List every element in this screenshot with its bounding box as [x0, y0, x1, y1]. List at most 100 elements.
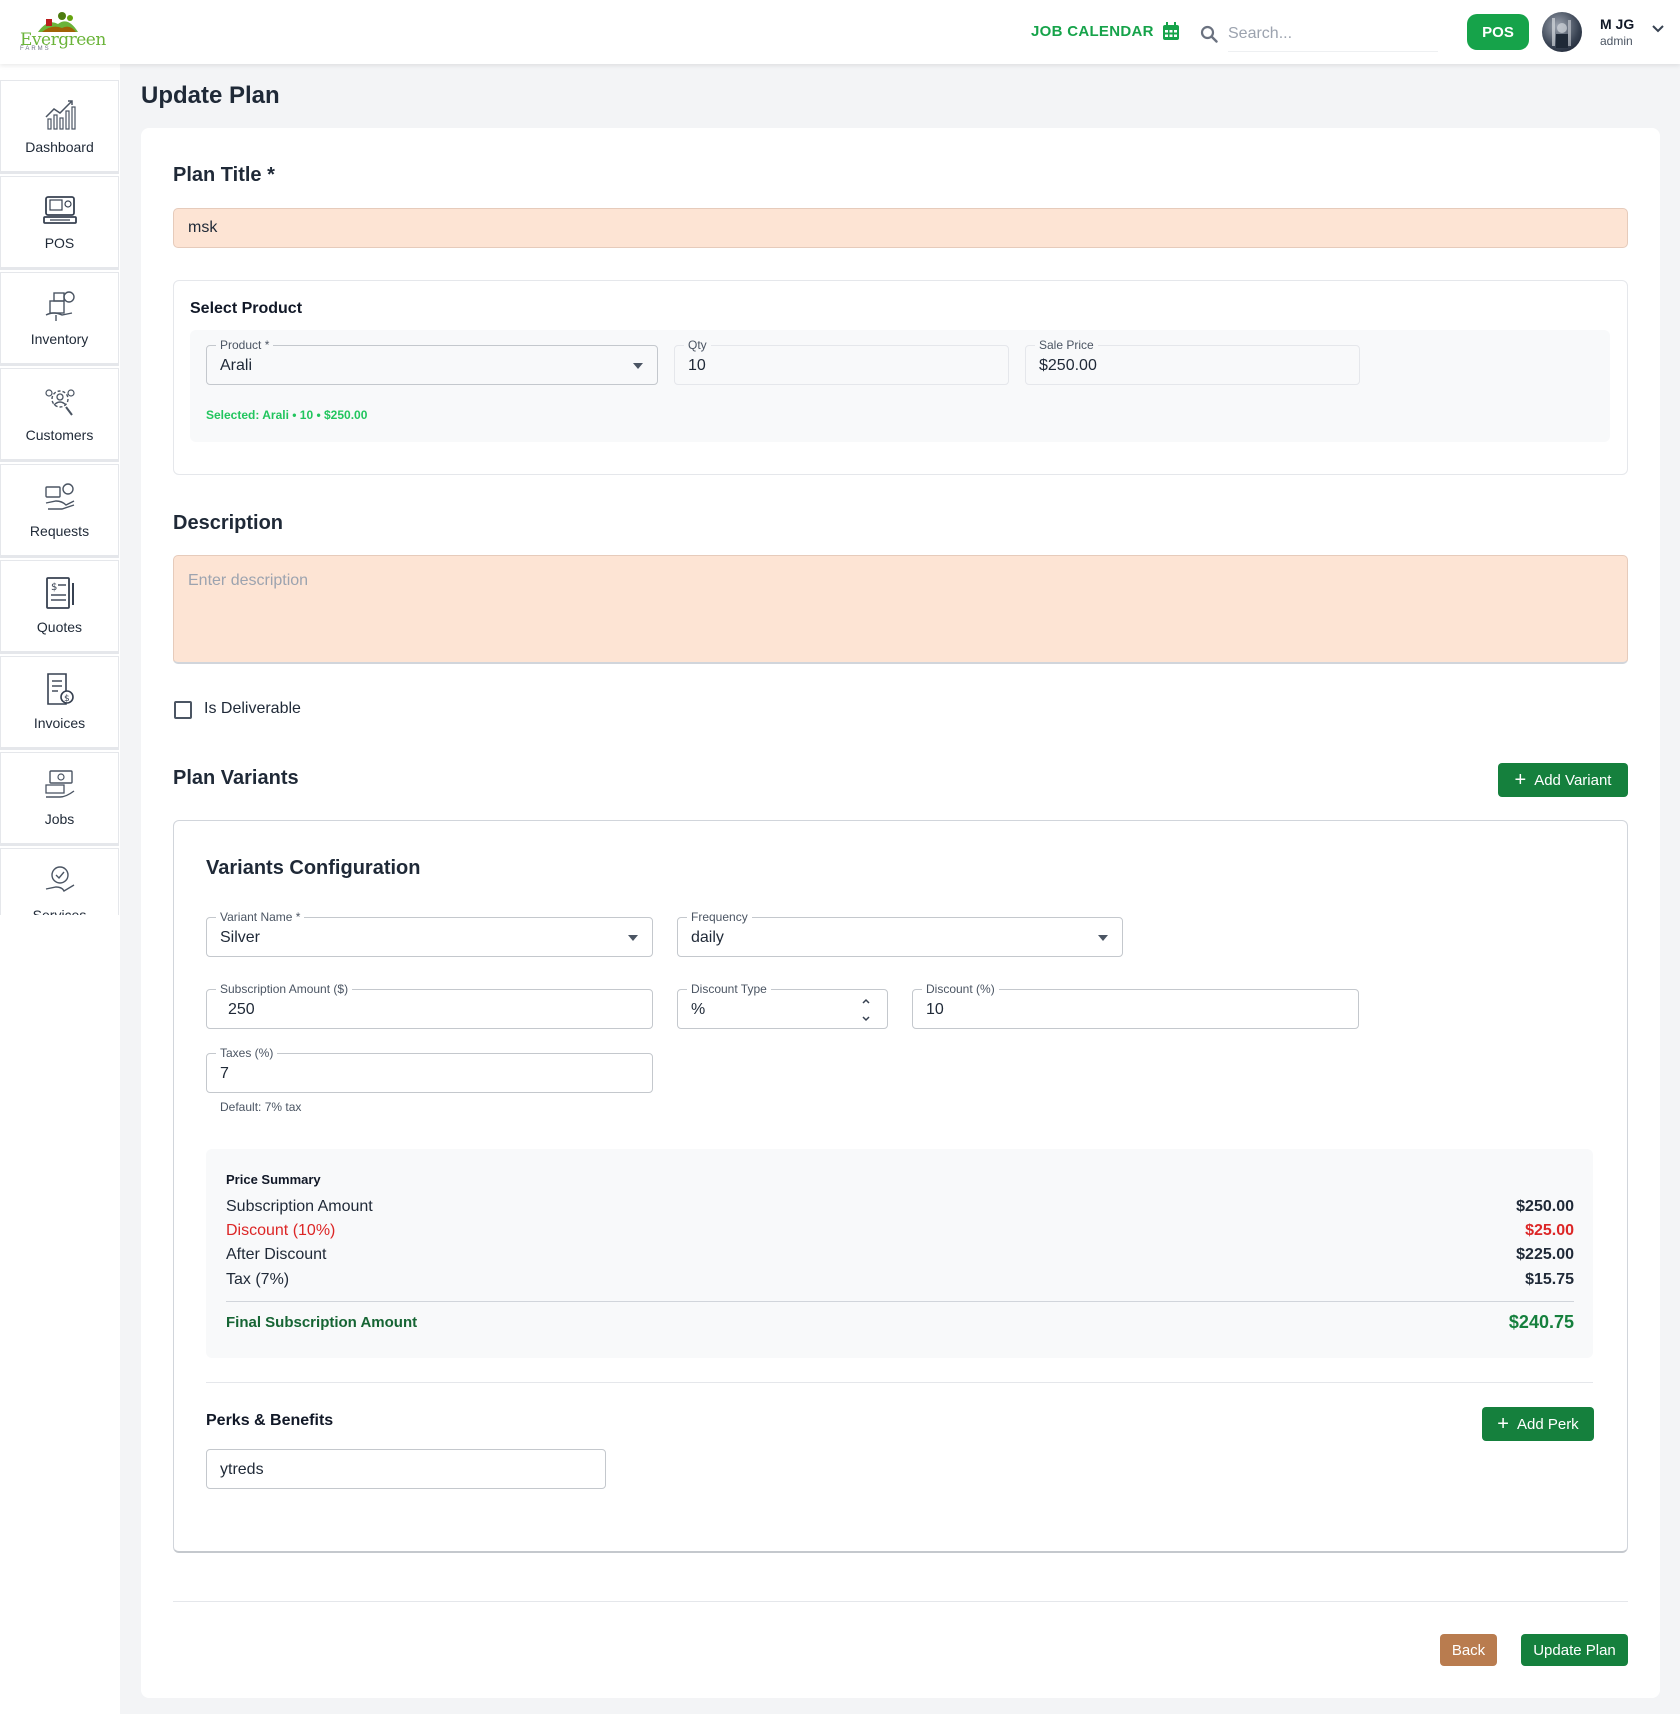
user-role: admin — [1600, 34, 1633, 48]
sidebar-item-inventory[interactable]: Inventory — [0, 272, 119, 366]
description-textarea[interactable]: Enter description — [173, 555, 1628, 664]
avatar[interactable] — [1542, 12, 1582, 52]
summary-amount: $250.00 — [1516, 1198, 1574, 1215]
frequency-select[interactable]: Frequency daily — [677, 910, 1123, 957]
add-perk-label: Add Perk — [1516, 1415, 1579, 1433]
sidebar-label-requests: Requests — [29, 523, 90, 539]
summary-row-subscription: Subscription Amount $250.00 — [226, 1198, 1574, 1216]
discount-label: Discount (%) — [922, 982, 999, 996]
dropdown-caret-icon — [1098, 935, 1108, 941]
sale-price-field[interactable]: Sale Price $250.00 — [1025, 338, 1360, 385]
frequency-label: Frequency — [687, 910, 752, 924]
summary-row-final: Final Subscription Amount $240.75 — [226, 1312, 1574, 1333]
description-label: Description — [173, 512, 284, 534]
final-amount: $240.75 — [1508, 1312, 1574, 1332]
calendar-icon — [1162, 22, 1179, 40]
add-variant-label: Add Variant — [1534, 771, 1612, 789]
discount-field[interactable]: Discount (%) 10 — [912, 982, 1359, 1029]
inventory-boxes-icon — [45, 291, 75, 321]
perk-input[interactable]: ytreds — [206, 1449, 606, 1489]
sidebar-nav: Dashboard POS Inventory Customers Reques… — [0, 80, 119, 915]
summary-divider — [226, 1301, 1574, 1302]
summary-label: After Discount — [226, 1246, 327, 1263]
taxes-label: Taxes (%) — [216, 1046, 278, 1060]
svg-text:$: $ — [51, 582, 57, 593]
logo-subtext: FARMS — [20, 46, 51, 52]
add-perk-button[interactable]: + Add Perk — [1482, 1407, 1594, 1441]
top-header: Evergreen FARMS JOB CALENDAR POS M JG ad… — [0, 0, 1680, 64]
services-hand-icon — [45, 866, 74, 892]
qty-value: 10 — [688, 357, 706, 374]
plan-title-value: msk — [188, 219, 218, 236]
back-button[interactable]: Back — [1440, 1634, 1497, 1666]
qty-label: Qty — [684, 338, 711, 352]
summary-amount: $15.75 — [1525, 1271, 1574, 1288]
dashboard-chart-icon — [44, 100, 76, 130]
requests-hand-icon — [44, 483, 74, 510]
sidebar-item-jobs[interactable]: Jobs — [0, 752, 119, 846]
sidebar-item-pos[interactable]: POS — [0, 176, 119, 270]
select-product-heading: Select Product — [190, 300, 303, 317]
pos-button[interactable]: POS — [1467, 14, 1529, 50]
subscription-amount-label: Subscription Amount ($) — [216, 982, 353, 996]
taxes-value: 7 — [220, 1065, 229, 1082]
footer-divider — [173, 1601, 1628, 1602]
chevron-down-icon[interactable] — [1651, 24, 1665, 34]
taxes-field[interactable]: Taxes (%) 7 — [206, 1046, 653, 1093]
sidebar-item-customers[interactable]: Customers — [0, 368, 119, 462]
invoice-document-icon: $ — [46, 673, 74, 705]
search-icon[interactable] — [1200, 25, 1218, 43]
is-deliverable-label: Is Deliverable — [204, 700, 301, 717]
perks-heading: Perks & Benefits — [206, 1412, 334, 1429]
sidebar-label-services: Services — [32, 907, 87, 915]
search-input[interactable] — [1228, 16, 1438, 52]
summary-amount: $225.00 — [1516, 1246, 1574, 1263]
jobs-cash-icon — [44, 770, 74, 798]
variant-name-select[interactable]: Variant Name * Silver — [206, 910, 653, 957]
update-plan-button[interactable]: Update Plan — [1521, 1634, 1628, 1666]
qty-field[interactable]: Qty 10 — [674, 338, 1009, 385]
sidebar: Dashboard POS Inventory Customers Reques… — [0, 64, 120, 1714]
spinner-updown-icon[interactable] — [861, 996, 871, 1024]
summary-label: Subscription Amount — [226, 1198, 373, 1215]
sidebar-item-invoices[interactable]: $ Invoices — [0, 656, 119, 750]
dropdown-caret-icon — [633, 363, 643, 369]
product-select[interactable]: Product * Arali — [206, 338, 658, 385]
summary-label: Discount (10%) — [226, 1222, 336, 1239]
product-label: Product * — [216, 338, 274, 352]
final-label: Final Subscription Amount — [226, 1314, 418, 1331]
sale-price-value: $250.00 — [1039, 357, 1097, 374]
sidebar-label-customers: Customers — [25, 427, 94, 443]
plan-title-label: Plan Title * — [173, 164, 275, 186]
summary-label: Tax (7%) — [226, 1271, 290, 1288]
sidebar-label-dashboard: Dashboard — [25, 139, 94, 155]
summary-row-discount: Discount (10%) $25.00 — [226, 1222, 1574, 1240]
variant-name-value: Silver — [220, 929, 261, 946]
subscription-amount-value: 250 — [228, 1001, 255, 1018]
description-placeholder: Enter description — [188, 572, 309, 589]
subscription-amount-field[interactable]: Subscription Amount ($) 250 — [206, 982, 653, 1029]
customers-gear-icon — [44, 389, 75, 416]
page-title: Update Plan — [141, 82, 280, 109]
product-value: Arali — [220, 357, 253, 374]
sidebar-label-invoices: Invoices — [33, 715, 86, 731]
plan-title-input[interactable]: msk — [173, 208, 1628, 248]
avatar-photo-icon — [1552, 18, 1571, 48]
sidebar-item-quotes[interactable]: $ Quotes — [0, 560, 119, 654]
discount-type-select[interactable]: Discount Type % — [677, 982, 888, 1029]
summary-amount: $25.00 — [1525, 1222, 1574, 1239]
sidebar-item-services[interactable]: Services — [0, 848, 119, 915]
sidebar-item-dashboard[interactable]: Dashboard — [0, 80, 119, 174]
add-variant-button[interactable]: + Add Variant — [1498, 763, 1628, 797]
sidebar-label-jobs: Jobs — [44, 811, 75, 827]
quote-document-icon: $ — [45, 577, 74, 609]
pos-register-icon — [42, 196, 77, 224]
search-box — [1200, 16, 1444, 52]
selected-product-summary: Selected: Arali • 10 • $250.00 — [206, 408, 368, 422]
is-deliverable-checkbox[interactable] — [174, 701, 192, 719]
job-calendar-link[interactable]: JOB CALENDAR — [1031, 22, 1180, 41]
plan-variants-label: Plan Variants — [173, 767, 299, 789]
discount-type-label: Discount Type — [687, 982, 771, 996]
sidebar-label-quotes: Quotes — [36, 619, 83, 635]
sidebar-item-requests[interactable]: Requests — [0, 464, 119, 558]
